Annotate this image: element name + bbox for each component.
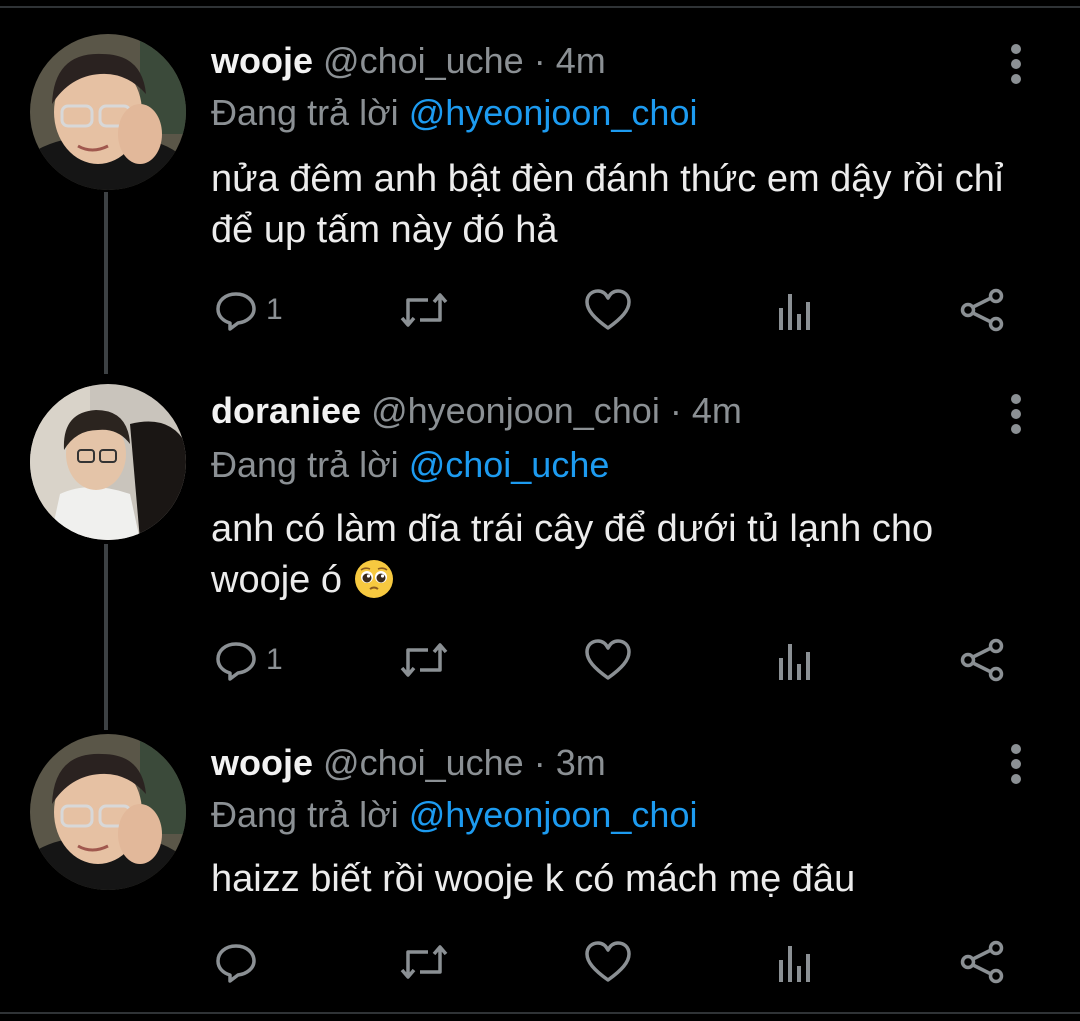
avatar[interactable] bbox=[30, 384, 186, 540]
retweet-button[interactable] bbox=[398, 636, 450, 684]
like-button[interactable] bbox=[584, 938, 632, 986]
retweet-icon bbox=[400, 643, 448, 677]
reply-count: 1 bbox=[266, 293, 283, 326]
like-button[interactable] bbox=[584, 286, 632, 334]
more-icon[interactable] bbox=[1004, 44, 1028, 89]
reply-icon bbox=[216, 944, 256, 983]
avatar[interactable] bbox=[30, 734, 186, 890]
share-icon bbox=[960, 638, 1004, 682]
analytics-icon bbox=[779, 946, 810, 982]
reply-count: 1 bbox=[266, 643, 283, 676]
reply-prefix: Đang trả lời bbox=[211, 92, 399, 133]
like-icon bbox=[585, 289, 631, 330]
user-handle[interactable]: @choi_uche bbox=[323, 40, 524, 81]
like-icon bbox=[585, 639, 631, 680]
separator-dot: · bbox=[669, 390, 682, 431]
tweet[interactable]: doraniee @hyeonjoon_choi · 4m Đang trả l… bbox=[0, 370, 1080, 730]
tweet-text: haizz biết rồi wooje k có mách mẹ đâu bbox=[211, 858, 856, 900]
reply-prefix: Đang trả lời bbox=[211, 444, 399, 485]
display-name[interactable]: doraniee bbox=[211, 390, 361, 431]
retweet-button[interactable] bbox=[398, 286, 450, 334]
reply-prefix: Đang trả lời bbox=[211, 794, 399, 835]
reply-button[interactable]: 1 bbox=[214, 286, 283, 334]
share-button[interactable] bbox=[960, 938, 1006, 986]
reply-mention[interactable]: @choi_uche bbox=[409, 444, 610, 485]
reply-icon bbox=[216, 292, 256, 331]
like-button[interactable] bbox=[584, 636, 632, 684]
timestamp[interactable]: 3m bbox=[556, 742, 606, 783]
tweet-text: nửa đêm anh bật đèn đánh thức em dậy rồi… bbox=[211, 158, 1004, 251]
analytics-icon bbox=[779, 294, 810, 330]
pleading-face-icon bbox=[354, 560, 393, 598]
like-icon bbox=[585, 941, 631, 982]
tweet-text: anh có làm dĩa trái cây để dưới tủ lạnh … bbox=[211, 508, 934, 601]
reply-mention[interactable]: @hyeonjoon_choi bbox=[409, 92, 698, 133]
analytics-button[interactable] bbox=[776, 938, 816, 986]
share-icon bbox=[960, 288, 1004, 332]
retweet-icon bbox=[400, 293, 448, 327]
tweet-actions bbox=[0, 938, 1080, 986]
reply-mention[interactable]: @hyeonjoon_choi bbox=[409, 794, 698, 835]
tweet-actions: 1 bbox=[0, 286, 1080, 334]
tweet-actions: 1 bbox=[0, 636, 1080, 684]
tweet[interactable]: wooje @choi_uche · 4m Đang trả lời @hyeo… bbox=[0, 0, 1080, 370]
share-icon bbox=[960, 940, 1004, 984]
user-handle[interactable]: @hyeonjoon_choi bbox=[371, 390, 660, 431]
more-icon[interactable] bbox=[1004, 744, 1028, 789]
separator-dot: · bbox=[533, 742, 546, 783]
reply-button[interactable] bbox=[214, 938, 266, 986]
retweet-icon bbox=[400, 945, 448, 979]
analytics-button[interactable] bbox=[776, 636, 816, 684]
tweet[interactable]: wooje @choi_uche · 3m Đang trả lời @hyeo… bbox=[0, 730, 1080, 1012]
analytics-button[interactable] bbox=[776, 286, 816, 334]
reply-icon bbox=[216, 642, 256, 681]
share-button[interactable] bbox=[960, 286, 1006, 334]
user-handle[interactable]: @choi_uche bbox=[323, 742, 524, 783]
analytics-icon bbox=[779, 644, 810, 680]
share-button[interactable] bbox=[960, 636, 1006, 684]
avatar[interactable] bbox=[30, 34, 186, 190]
bottom-divider bbox=[0, 1012, 1080, 1014]
more-icon[interactable] bbox=[1004, 394, 1028, 439]
display-name[interactable]: wooje bbox=[211, 742, 313, 783]
timestamp[interactable]: 4m bbox=[692, 390, 742, 431]
separator-dot: · bbox=[533, 40, 546, 81]
tweet-text-wrap: anh có làm dĩa trái cây để dưới tủ lạnh … bbox=[211, 504, 1031, 606]
retweet-button[interactable] bbox=[398, 938, 450, 986]
reply-button[interactable]: 1 bbox=[214, 636, 283, 684]
display-name[interactable]: wooje bbox=[211, 40, 313, 81]
timestamp[interactable]: 4m bbox=[556, 40, 606, 81]
